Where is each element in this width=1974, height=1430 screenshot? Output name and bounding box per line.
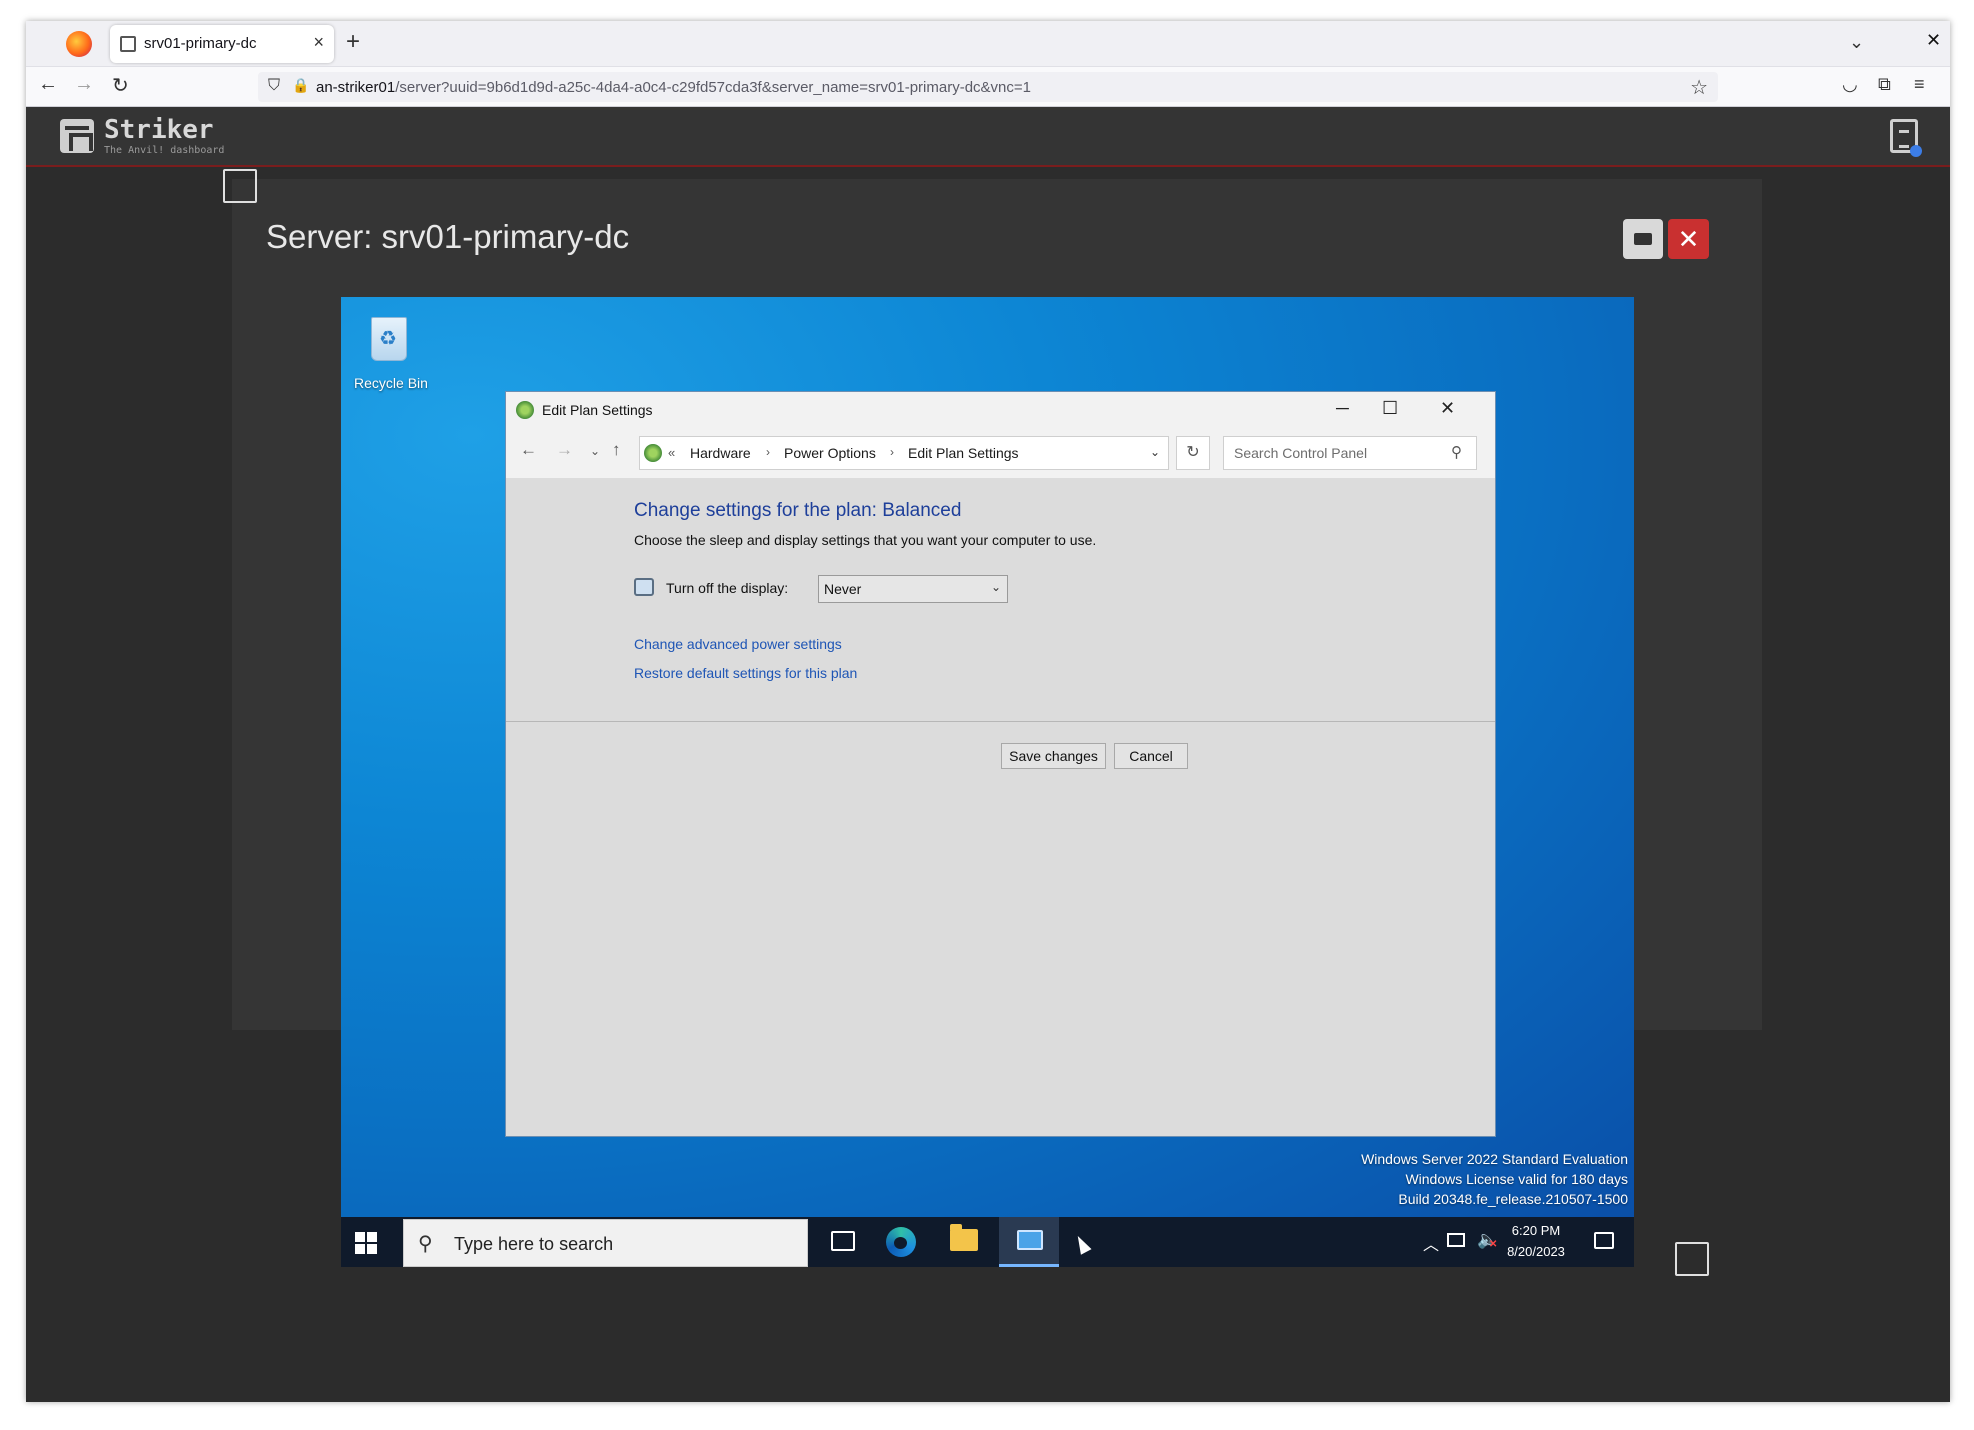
maximize-icon[interactable]: ☐ bbox=[1382, 398, 1398, 419]
display-icon bbox=[634, 578, 654, 596]
mute-x-icon: ✕ bbox=[1489, 1239, 1498, 1250]
recent-locations-icon[interactable]: ⌄ bbox=[590, 444, 600, 458]
display-timeout-select[interactable]: Never ⌄ bbox=[818, 575, 1008, 603]
save-changes-button[interactable]: Save changes bbox=[1001, 743, 1106, 769]
mouse-cursor-icon bbox=[1072, 1233, 1092, 1255]
restore-defaults-link[interactable]: Restore default settings for this plan bbox=[634, 665, 857, 681]
close-server-button[interactable]: ✕ bbox=[1668, 219, 1709, 259]
search-input[interactable] bbox=[1223, 436, 1477, 470]
taskbar-search-box[interactable]: ⚲ Type here to search bbox=[403, 1219, 808, 1267]
pocket-icon[interactable]: ◡ bbox=[1842, 74, 1858, 95]
striker-logo-icon[interactable] bbox=[60, 119, 94, 153]
minimize-icon[interactable]: ─ bbox=[1336, 398, 1349, 419]
control-panel-icon bbox=[1017, 1230, 1043, 1250]
refresh-icon[interactable]: ↻ bbox=[1176, 436, 1210, 470]
chevron-up-icon[interactable]: ︿ bbox=[1423, 1231, 1439, 1255]
breadcrumb-power-options[interactable]: Power Options bbox=[784, 445, 876, 461]
windows-start-icon[interactable] bbox=[355, 1232, 377, 1254]
close-window-icon[interactable]: ✕ bbox=[1926, 30, 1941, 51]
page-title: Server: srv01-primary-dc bbox=[266, 218, 630, 255]
recycle-bin-icon[interactable] bbox=[365, 309, 413, 361]
notification-dot bbox=[1910, 145, 1922, 157]
breadcrumb-separator-icon[interactable]: › bbox=[766, 445, 770, 459]
tab-strip: srv01-primary-dc × + ⌄ ✕ bbox=[26, 21, 1950, 67]
file-explorer-icon[interactable] bbox=[950, 1224, 978, 1251]
shield-icon[interactable]: ⛉ bbox=[268, 77, 280, 95]
striker-favicon-icon bbox=[120, 36, 136, 52]
divider bbox=[506, 721, 1495, 722]
advanced-settings-link[interactable]: Change advanced power settings bbox=[634, 636, 842, 652]
watermark-line: Windows License valid for 180 days bbox=[1405, 1171, 1628, 1187]
tab-active[interactable]: srv01-primary-dc × bbox=[110, 25, 334, 63]
lock-icon[interactable]: 🔒 bbox=[292, 77, 309, 94]
search-icon: ⚲ bbox=[418, 1233, 433, 1255]
forward-icon[interactable]: → bbox=[556, 440, 573, 460]
forward-icon[interactable]: → bbox=[74, 73, 94, 96]
navigation-bar: ← → ↻ ⛉ 🔒 an-striker01/server?uuid=9b6d1… bbox=[26, 67, 1950, 107]
striker-header: Striker The Anvil! dashboard bbox=[26, 107, 1950, 167]
url-host: an-striker01 bbox=[316, 79, 396, 96]
chevron-down-icon[interactable]: ⌄ bbox=[1849, 32, 1864, 53]
chevron-down-icon: ⌄ bbox=[990, 580, 1001, 594]
app-name: Striker bbox=[104, 115, 214, 145]
close-icon[interactable]: ✕ bbox=[1440, 398, 1455, 419]
main-content: Server: srv01-primary-dc ✕ Recycle Bin E… bbox=[26, 169, 1950, 1402]
window-titlebar[interactable]: Edit Plan Settings ─ ☐ ✕ bbox=[506, 392, 1495, 428]
power-options-icon bbox=[644, 444, 662, 462]
url-text[interactable]: an-striker01/server?uuid=9b6d1d9d-a25c-4… bbox=[316, 79, 1031, 96]
breadcrumb-separator-icon[interactable]: › bbox=[890, 445, 894, 459]
url-bar[interactable]: ⛉ 🔒 an-striker01/server?uuid=9b6d1d9d-a2… bbox=[258, 72, 1718, 102]
breadcrumb-edit-plan-settings[interactable]: Edit Plan Settings bbox=[908, 445, 1019, 461]
tab-close-icon[interactable]: × bbox=[313, 32, 324, 53]
network-icon[interactable] bbox=[1447, 1233, 1465, 1247]
breadcrumb-hardware[interactable]: Hardware bbox=[690, 445, 751, 461]
plan-description: Choose the sleep and display settings th… bbox=[634, 532, 1097, 548]
clock-date[interactable]: 8/20/2023 bbox=[1501, 1244, 1571, 1259]
edit-plan-settings-window: Edit Plan Settings ─ ☐ ✕ ← → ⌄ ↑ « Hardw… bbox=[505, 391, 1496, 1137]
reload-icon[interactable]: ↻ bbox=[112, 73, 129, 98]
display-label: Turn off the display: bbox=[666, 580, 789, 596]
resize-handle-bottom-right[interactable] bbox=[1675, 1242, 1709, 1276]
windows-desktop[interactable]: Recycle Bin Edit Plan Settings ─ ☐ ✕ ← →… bbox=[341, 297, 1634, 1217]
window-title: Edit Plan Settings bbox=[542, 402, 653, 418]
plan-settings-body: Change settings for the plan: Balanced C… bbox=[506, 478, 1495, 1136]
display-timeout-value: Never bbox=[824, 581, 862, 597]
taskbar-search-text: Type here to search bbox=[454, 1234, 614, 1254]
clock-time[interactable]: 6:20 PM bbox=[1501, 1223, 1571, 1238]
tab-title: srv01-primary-dc bbox=[144, 35, 257, 52]
chevron-down-icon[interactable]: ⌄ bbox=[1150, 445, 1160, 459]
menu-icon[interactable]: ≡ bbox=[1914, 74, 1925, 95]
cancel-button[interactable]: Cancel bbox=[1114, 743, 1188, 769]
new-tab-icon[interactable]: + bbox=[346, 28, 360, 56]
browser-window: srv01-primary-dc × + ⌄ ✕ ← → ↻ ⛉ 🔒 an-st… bbox=[26, 21, 1950, 1402]
search-icon[interactable]: ⚲ bbox=[1451, 443, 1462, 461]
address-bar[interactable]: « Hardware › Power Options › Edit Plan S… bbox=[639, 436, 1169, 470]
power-options-icon bbox=[516, 401, 534, 419]
plan-heading: Change settings for the plan: Balanced bbox=[634, 500, 962, 521]
back-icon[interactable]: ← bbox=[38, 73, 58, 96]
watermark-line: Build 20348.fe_release.210507-1500 bbox=[1398, 1191, 1628, 1207]
recycle-bin-graphic bbox=[371, 317, 407, 361]
notifications-icon[interactable] bbox=[1594, 1232, 1614, 1249]
taskbar-control-panel[interactable] bbox=[999, 1217, 1059, 1267]
explorer-toolbar: ← → ⌄ ↑ « Hardware › Power Options › Edi… bbox=[506, 428, 1495, 478]
watermark-line: Windows Server 2022 Standard Evaluation bbox=[1361, 1151, 1628, 1167]
recycle-bin-label: Recycle Bin bbox=[354, 375, 428, 391]
resize-handle-top-left[interactable] bbox=[223, 169, 257, 203]
app-tagline: The Anvil! dashboard bbox=[104, 145, 225, 156]
back-icon[interactable]: ← bbox=[520, 440, 537, 460]
firefox-icon[interactable] bbox=[66, 31, 92, 57]
breadcrumb-overflow[interactable]: « bbox=[668, 445, 675, 460]
vnc-display[interactable]: Recycle Bin Edit Plan Settings ─ ☐ ✕ ← →… bbox=[341, 297, 1634, 1267]
windows-taskbar: ⚲ Type here to search ︿ 🔈 ✕ 6:20 PM 8/20… bbox=[341, 1217, 1634, 1267]
up-icon[interactable]: ↑ bbox=[612, 440, 621, 460]
keyboard-button[interactable] bbox=[1623, 219, 1663, 259]
bookmark-star-icon[interactable]: ☆ bbox=[1690, 75, 1708, 100]
extensions-icon[interactable]: ⧉ bbox=[1878, 74, 1891, 95]
url-path: /server?uuid=9b6d1d9d-a25c-4da4-a0c4-c29… bbox=[395, 79, 1031, 96]
edge-browser-icon[interactable] bbox=[886, 1227, 916, 1257]
windows-watermark: Windows Server 2022 Standard Evaluation … bbox=[1361, 1149, 1628, 1209]
task-view-icon[interactable] bbox=[831, 1231, 855, 1251]
